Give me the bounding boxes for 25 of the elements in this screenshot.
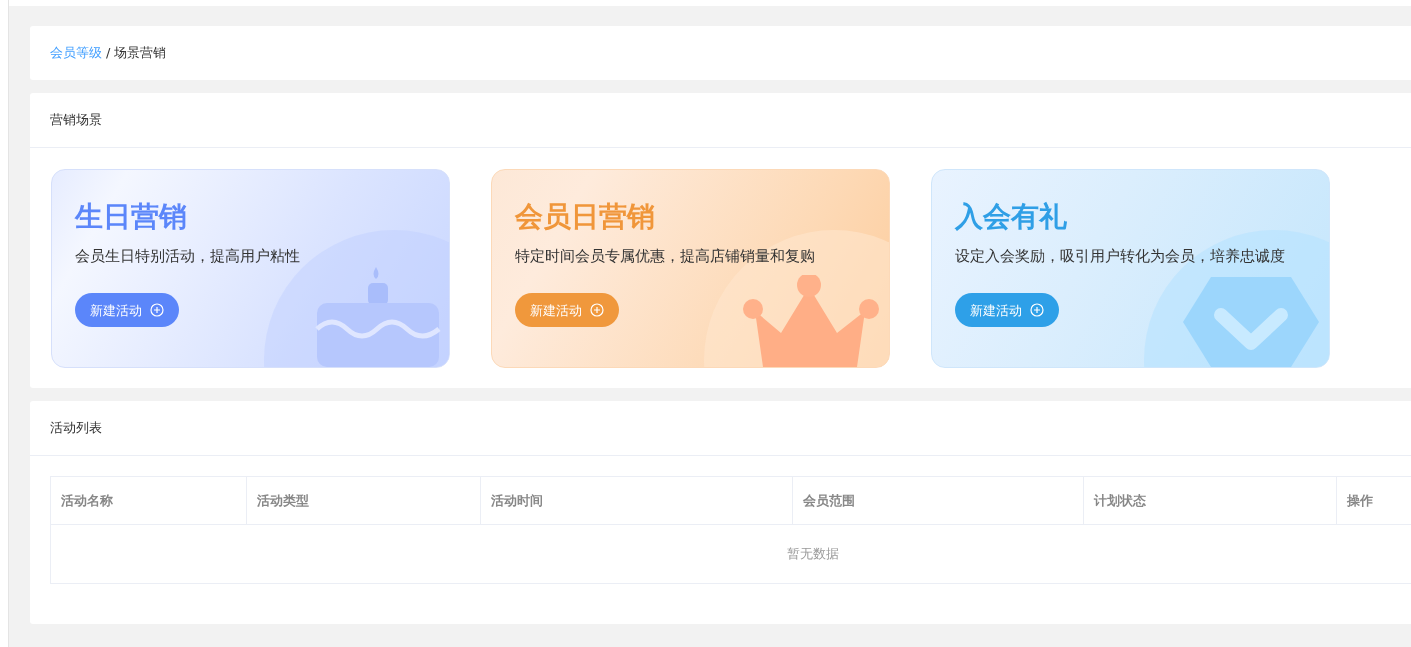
column-header: 活动类型 [246, 476, 481, 525]
column-header: 活动名称 [50, 476, 247, 525]
column-header: 活动时间 [480, 476, 792, 525]
breadcrumb-link[interactable]: 会员等级 [50, 43, 102, 63]
plus-circle-icon [150, 303, 164, 318]
column-header: 会员范围 [792, 476, 1084, 525]
card-description: 特定时间会员专属优惠，提高店铺销量和复购 [515, 246, 816, 266]
crown-icon [741, 275, 881, 367]
plus-circle-icon [590, 303, 604, 318]
empty-message: 暂无数据 [50, 524, 1411, 584]
new-activity-button[interactable]: 新建活动 [515, 293, 619, 328]
breadcrumb-separator: / [106, 44, 111, 63]
panel-title: 活动列表 [50, 419, 102, 438]
new-activity-button[interactable]: 新建活动 [75, 293, 179, 328]
panel-title: 营销场景 [50, 111, 102, 130]
card-title: 生日营销 [75, 200, 188, 234]
card-title: 会员日营销 [515, 200, 656, 234]
card-description: 设定入会奖励，吸引用户转化为会员，培养忠诚度 [955, 246, 1286, 266]
card-description: 会员生日特别活动，提高用户粘性 [75, 246, 301, 266]
breadcrumb-current: 场景营销 [114, 44, 167, 63]
card-title: 入会有礼 [955, 200, 1068, 234]
plus-circle-icon [1030, 303, 1044, 318]
column-header: 操作 [1336, 476, 1411, 525]
column-header: 计划状态 [1083, 476, 1337, 525]
new-activity-button[interactable]: 新建活动 [955, 293, 1059, 328]
